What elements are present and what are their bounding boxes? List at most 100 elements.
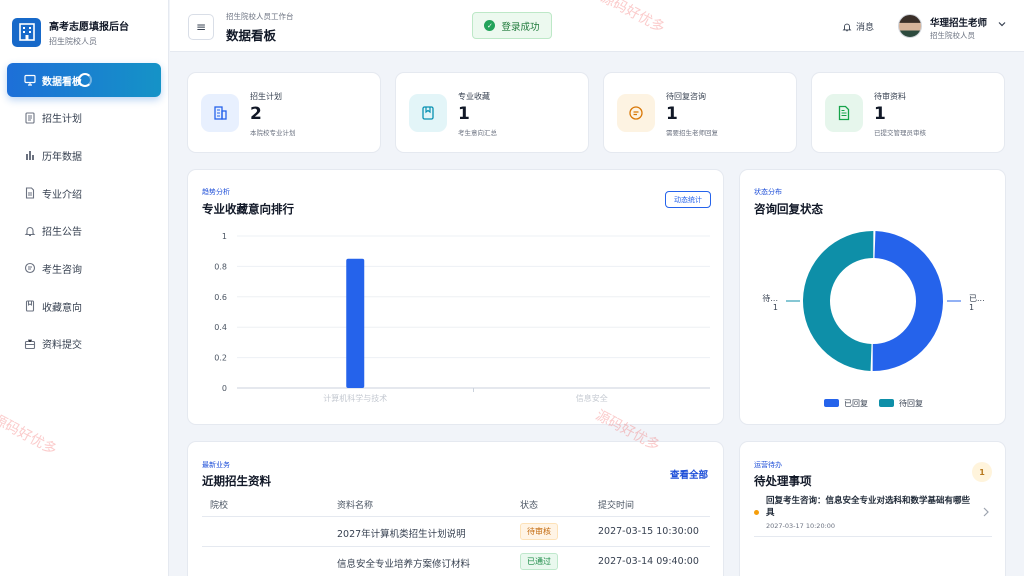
sidebar-item-announcements[interactable]: 招生公告: [7, 214, 161, 248]
sidebar-item-favorites[interactable]: 收藏意向: [7, 289, 161, 323]
legend-label: 已回复: [844, 398, 868, 408]
todo-item[interactable]: 回复考生咨询：信息安全专业对选科和数学基础有哪些具 2027-03-17 10:…: [754, 491, 992, 537]
y-tick-label: 0: [222, 384, 227, 393]
slice-label: 已...: [969, 294, 985, 303]
success-toast: ✓ 登录成功: [472, 12, 552, 39]
stat-label: 待回复咨询: [666, 92, 706, 101]
x-tick-label: 信息安全: [576, 393, 608, 403]
stat-label: 专业收藏: [458, 92, 490, 101]
sidebar-item-history[interactable]: 历年数据: [7, 138, 161, 172]
chat-icon: [24, 262, 36, 274]
legend-swatch: [879, 399, 894, 407]
cell-name: 信息安全专业培养方案修订材料: [337, 559, 471, 570]
dashboard-icon: [24, 74, 36, 86]
document-icon: [24, 112, 36, 124]
table-row[interactable]: 信息安全专业培养方案修订材料 已通过 2027-03-14 09:40:00: [202, 546, 710, 576]
sidebar-item-label: 考生咨询: [42, 264, 82, 276]
sidebar-item-dashboard[interactable]: 数据看板: [7, 63, 161, 97]
stat-label: 待审资料: [874, 92, 906, 101]
y-tick-label: 0.8: [214, 262, 227, 271]
briefcase-icon: [24, 338, 36, 350]
sidebar-item-plan[interactable]: 招生计划: [7, 101, 161, 135]
table-row[interactable]: 2027年计算机类招生计划说明 待审核 2027-03-15 10:30:00: [202, 516, 710, 546]
todo-time: 2027-03-17 10:20:00: [766, 522, 836, 530]
stat-value: 1: [666, 104, 678, 124]
sidebar-item-label: 专业介绍: [42, 189, 82, 201]
user-role: 招生院校人员: [930, 31, 975, 40]
sidebar-item-majors[interactable]: 专业介绍: [7, 176, 161, 210]
sidebar-item-label: 收藏意向: [42, 302, 82, 314]
cell-name: 2027年计算机类招生计划说明: [337, 529, 466, 540]
chevron-down-icon[interactable]: [997, 19, 1007, 29]
bar-chart-icon: [24, 149, 36, 161]
user-name[interactable]: 华理招生老师: [930, 15, 987, 29]
stat-card-plan[interactable]: 招生计划 2 本院校专业计划: [187, 72, 381, 153]
slice-value: 1: [773, 303, 778, 312]
cell-time: 2027-03-14 09:40:00: [598, 556, 699, 567]
view-all-link[interactable]: 查看全部: [670, 467, 708, 481]
bookmark-icon: [24, 300, 36, 312]
legend-label: 待回复: [899, 398, 923, 408]
sidebar-item-label: 历年数据: [42, 151, 82, 163]
top-header: ≡ 招生院校人员工作台 数据看板 ✓ 登录成功 消息 华理招生老师 招生院校人员: [170, 0, 1024, 52]
sidebar-item-submit[interactable]: 资料提交: [7, 327, 161, 361]
sidebar-nav: 数据看板 招生计划 历年数据 专业介绍 招生公告 考生咨询 收藏意向 资料提交: [0, 63, 168, 361]
donut-slice: [872, 231, 944, 372]
recent-panel: 最新业务 近期招生资料 查看全部 院校 资料名称 状态 提交时间 2027年计算…: [187, 441, 724, 576]
sidebar-item-consult[interactable]: 考生咨询: [7, 251, 161, 285]
column-header: 资料名称: [337, 501, 374, 511]
stat-label: 招生计划: [250, 92, 282, 101]
todo-panel: 运营待办 待处理事项 1 回复考生咨询：信息安全专业对选科和数学基础有哪些具 2…: [739, 441, 1006, 576]
cell-time: 2027-03-15 10:30:00: [598, 526, 699, 537]
page-title: 数据看板: [226, 28, 277, 43]
stat-card-favorites[interactable]: 专业收藏 1 考生意向汇总: [395, 72, 589, 153]
todo-kicker: 运营待办: [754, 461, 782, 469]
column-header: 院校: [210, 501, 229, 511]
stat-value: 2: [250, 104, 262, 124]
chat-icon: [617, 94, 655, 132]
stat-note: 需要招生老师回复: [666, 129, 718, 137]
loading-spinner-icon: [78, 73, 92, 87]
status-badge: 待审核: [520, 523, 558, 540]
bar: [346, 258, 365, 388]
recent-title: 近期招生资料: [202, 474, 271, 488]
check-circle-icon: ✓: [484, 20, 496, 31]
todo-count-badge: 1: [972, 462, 992, 482]
stat-value: 1: [874, 104, 886, 124]
sidebar-item-label: 招生公告: [42, 227, 82, 239]
messages-label: 消息: [856, 23, 875, 33]
messages-button[interactable]: 消息: [842, 20, 874, 33]
trend-panel: 趋势分析 专业收藏意向排行 动态统计 0 0.2 0.4 0.6 0.8 1 计算机科学与技…: [187, 169, 724, 425]
status-panel: 状态分布 咨询回复状态 待... 1 已... 1 已回复 待回复: [739, 169, 1006, 425]
recent-kicker: 最新业务: [202, 461, 230, 469]
todo-title: 待处理事项: [754, 474, 812, 488]
app-subtitle: 招生院校人员: [49, 36, 97, 46]
bell-icon: [842, 23, 852, 31]
column-header: 提交时间: [598, 501, 635, 511]
brand: 高考志愿填报后台 招生院校人员: [0, 0, 168, 52]
app-title: 高考志愿填报后台: [49, 21, 129, 33]
stat-card-review[interactable]: 待审资料 1 已提交管理员审核: [811, 72, 1005, 153]
x-tick-label: 计算机科学与技术: [323, 393, 387, 403]
building-logo-icon: [12, 17, 41, 47]
stat-note: 考生意向汇总: [458, 129, 497, 137]
donut-slice: [803, 231, 874, 371]
sidebar-item-label: 招生计划: [42, 114, 82, 126]
menu-toggle-button[interactable]: ≡: [188, 14, 214, 40]
y-tick-label: 0.2: [214, 354, 227, 363]
document-icon: [825, 94, 863, 132]
stat-note: 已提交管理员审核: [874, 129, 926, 137]
toast-text: 登录成功: [501, 21, 540, 33]
avatar[interactable]: [898, 14, 922, 38]
breadcrumb: 招生院校人员工作台: [226, 12, 294, 21]
sidebar-item-label: 资料提交: [42, 340, 82, 352]
stat-card-consult[interactable]: 待回复咨询 1 需要招生老师回复: [603, 72, 797, 153]
bell-icon: [24, 225, 36, 237]
sidebar-item-label: 数据看板: [42, 76, 82, 88]
slice-label: 待...: [762, 293, 778, 303]
y-tick-label: 1: [222, 232, 227, 241]
donut-chart: 待...1已...1已回复 待回复: [762, 231, 985, 408]
slice-value: 1: [969, 303, 974, 312]
building-icon: [201, 94, 239, 132]
todo-text: 回复考生咨询：信息安全专业对选科和数学基础有哪些具: [766, 496, 971, 518]
